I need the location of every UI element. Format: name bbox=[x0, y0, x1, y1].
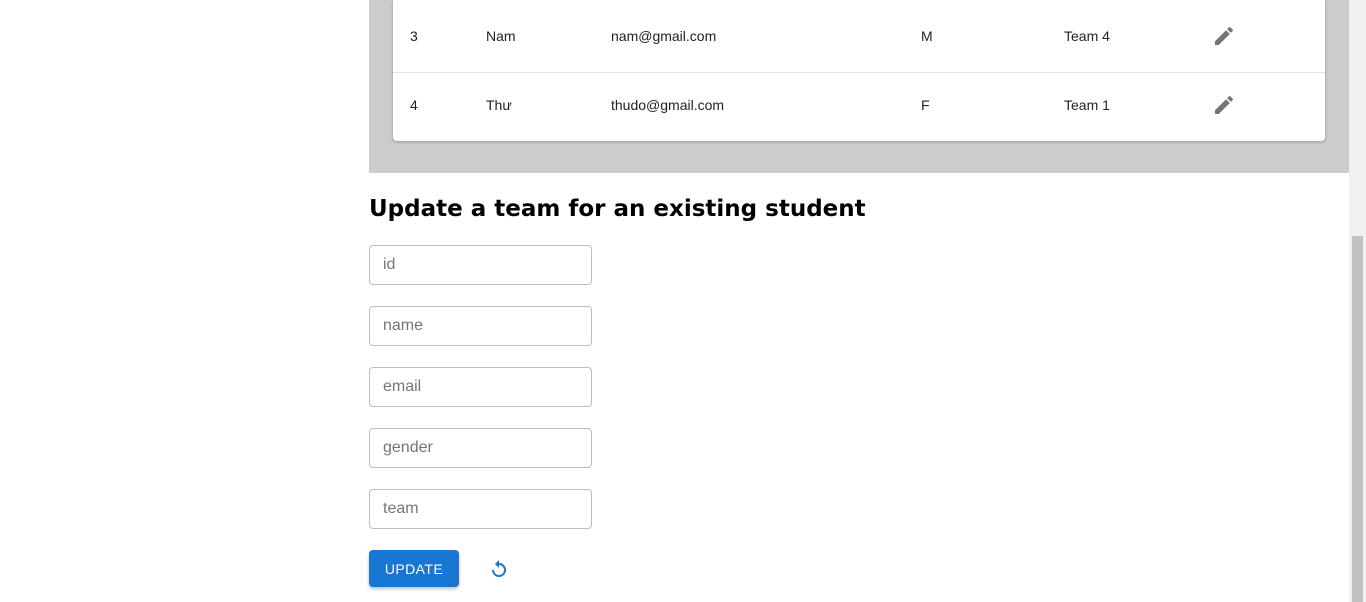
cell-name: Nam bbox=[486, 28, 516, 44]
students-table: 3 Nam nam@gmail.com M Team 4 4 Thư thudo… bbox=[393, 0, 1325, 141]
cell-email: thudo@gmail.com bbox=[611, 97, 725, 113]
table-row: 3 Nam nam@gmail.com M Team 4 bbox=[393, 0, 1325, 73]
cell-id: 4 bbox=[410, 97, 418, 113]
update-button[interactable]: UPDATE bbox=[369, 550, 459, 587]
cell-id: 3 bbox=[410, 28, 418, 44]
team-input[interactable] bbox=[369, 489, 592, 529]
name-input[interactable] bbox=[369, 306, 592, 346]
id-input[interactable] bbox=[369, 245, 592, 285]
cell-team: Team 4 bbox=[1064, 28, 1110, 44]
reset-button[interactable] bbox=[487, 557, 511, 581]
edit-row-button[interactable] bbox=[1212, 24, 1236, 48]
refresh-icon bbox=[492, 560, 506, 577]
pencil-icon bbox=[1215, 95, 1234, 114]
update-form-title: Update a team for an existing student bbox=[369, 196, 866, 222]
gender-input[interactable] bbox=[369, 428, 592, 468]
pencil-icon bbox=[1215, 26, 1234, 45]
cell-name: Thư bbox=[486, 97, 512, 113]
scrollbar-thumb[interactable] bbox=[1352, 236, 1363, 602]
cell-gender: M bbox=[921, 28, 933, 44]
cell-gender: F bbox=[921, 97, 930, 113]
cell-email: nam@gmail.com bbox=[611, 28, 717, 44]
edit-row-button[interactable] bbox=[1212, 93, 1236, 117]
email-input[interactable] bbox=[369, 367, 592, 407]
cell-team: Team 1 bbox=[1064, 97, 1110, 113]
table-row: 4 Thư thudo@gmail.com F Team 1 bbox=[393, 69, 1325, 141]
